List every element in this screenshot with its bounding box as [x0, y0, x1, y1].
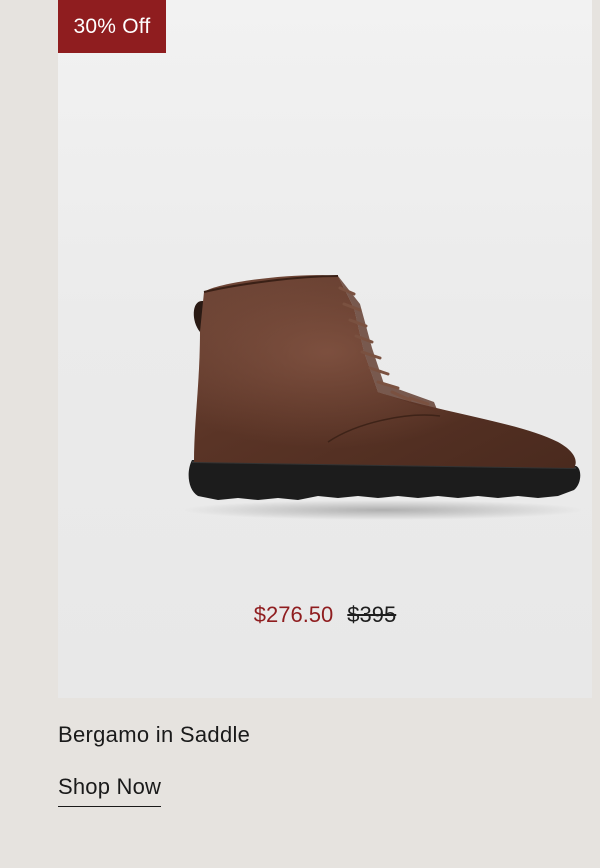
- discount-badge: 30% Off: [58, 0, 166, 53]
- product-image-panel[interactable]: $276.50 $395: [58, 0, 592, 698]
- price-row: $276.50 $395: [58, 602, 592, 628]
- shop-now-link[interactable]: Shop Now: [58, 774, 162, 807]
- original-price: $395: [347, 602, 397, 627]
- product-name[interactable]: Bergamo in Saddle: [58, 722, 250, 748]
- product-card: $276.50 $395 30% Off Bergamo in Saddle S…: [0, 0, 600, 868]
- boot-image: [183, 275, 583, 520]
- sale-price: $276.50: [253, 602, 334, 627]
